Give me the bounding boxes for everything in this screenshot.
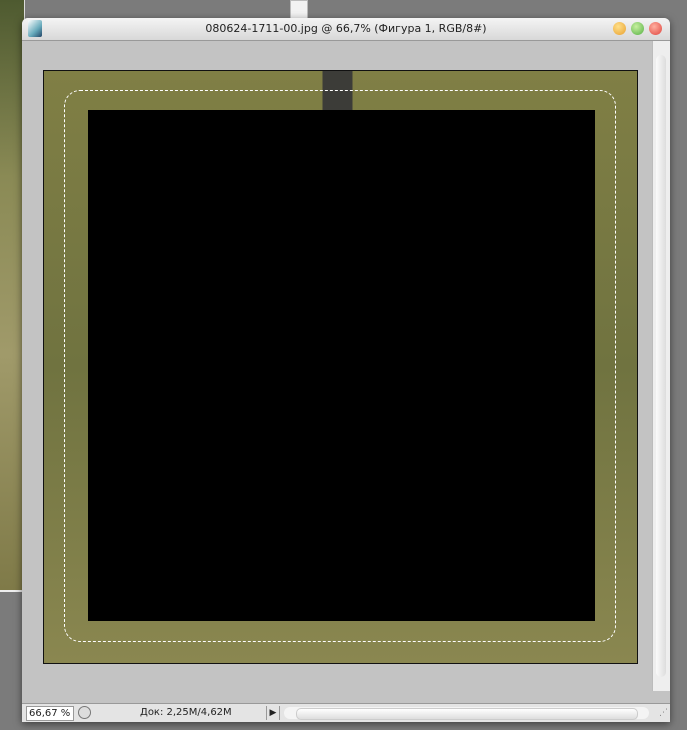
horizontal-scrollbar[interactable] bbox=[284, 707, 649, 720]
title-bar[interactable]: 080624-1711-00.jpg @ 66,7% (Фигура 1, RG… bbox=[22, 18, 670, 41]
resize-grip-icon[interactable]: ⋰ bbox=[659, 708, 668, 718]
timer-icon[interactable] bbox=[78, 706, 91, 719]
document-size-info: Док: 2,25M/4,62M bbox=[140, 707, 232, 718]
maximize-button[interactable] bbox=[631, 22, 644, 35]
close-button[interactable] bbox=[649, 22, 662, 35]
minimize-button[interactable] bbox=[613, 22, 626, 35]
status-menu-arrow-icon[interactable]: ▶ bbox=[266, 706, 280, 720]
window-title: 080624-1711-00.jpg @ 66,7% (Фигура 1, RG… bbox=[205, 22, 487, 35]
vertical-scroll-thumb[interactable] bbox=[656, 55, 666, 677]
vertical-scrollbar[interactable] bbox=[652, 41, 670, 691]
image-canvas[interactable] bbox=[43, 70, 638, 664]
selection-marquee bbox=[64, 90, 616, 642]
horizontal-scroll-thumb[interactable] bbox=[296, 708, 638, 720]
canvas-area[interactable] bbox=[22, 41, 652, 691]
zoom-level-field[interactable]: 66,67 % bbox=[26, 706, 74, 721]
status-bar: 66,67 % Док: 2,25M/4,62M ▶ ⋰ bbox=[22, 703, 670, 722]
document-window: 080624-1711-00.jpg @ 66,7% (Фигура 1, RG… bbox=[22, 18, 670, 722]
